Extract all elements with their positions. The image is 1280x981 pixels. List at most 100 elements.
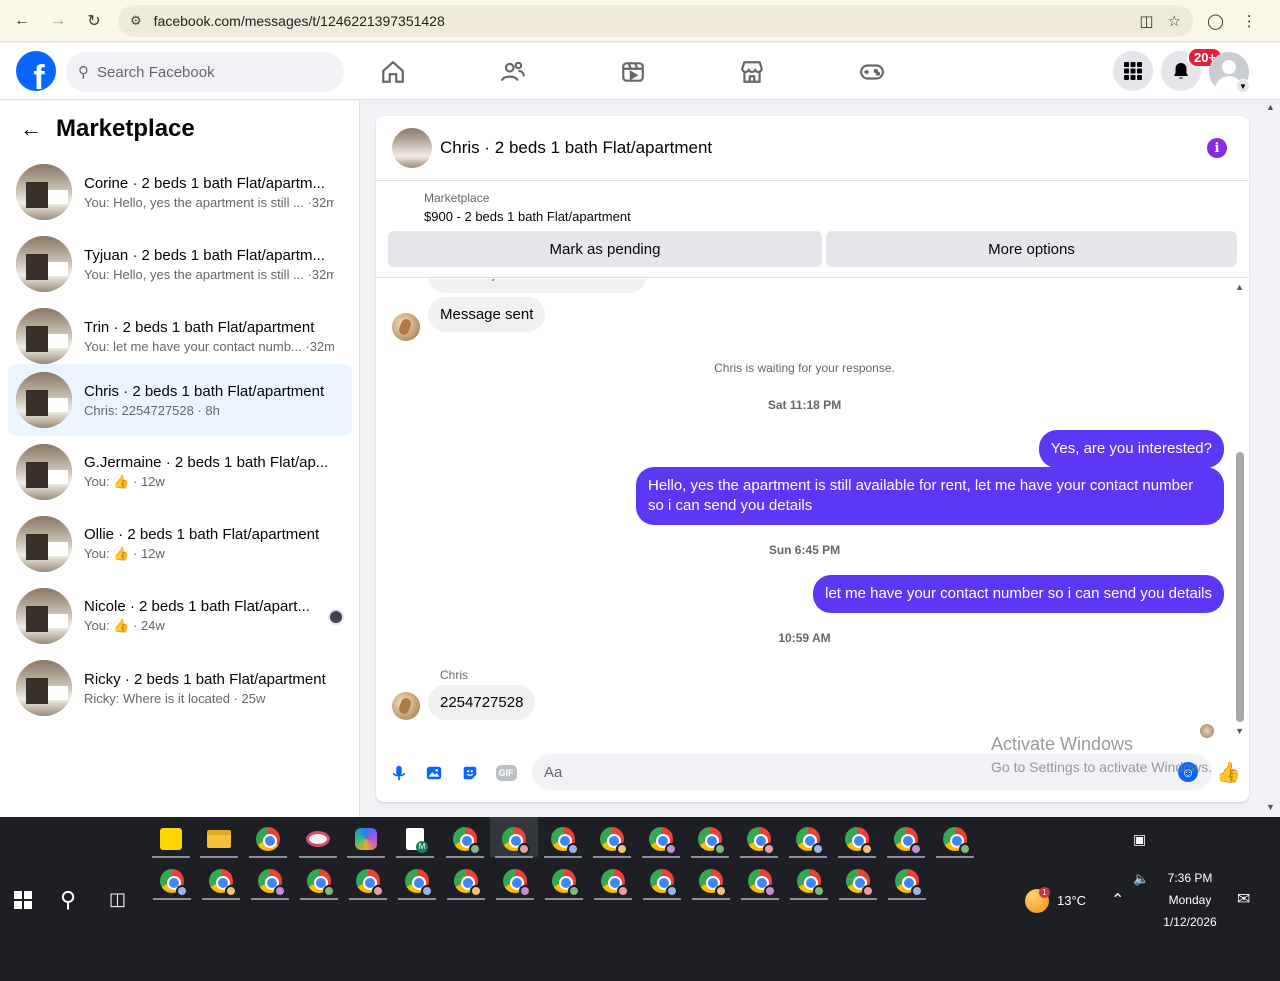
task-view-icon[interactable]: ◫ (109, 889, 126, 910)
chrome-profile-icon[interactable] (698, 868, 727, 897)
chrome-profile-icon[interactable] (844, 826, 873, 855)
taskbar-running-indicator (642, 856, 680, 858)
conversation-item[interactable]: Trin · 2 beds 1 bath Flat/apartment You: … (8, 300, 352, 372)
file-explorer-icon[interactable] (206, 826, 232, 852)
chrome-profile-icon[interactable] (697, 826, 726, 855)
chrome-profile-icon[interactable] (502, 868, 531, 897)
chrome-profile-icon[interactable] (599, 826, 628, 855)
url-text[interactable]: facebook.com/messages/t/1246221397351428 (154, 13, 1126, 29)
conversation-item[interactable]: Ricky · 2 beds 1 bath Flat/apartment Rick… (8, 652, 352, 724)
thumbs-up-send-icon[interactable]: 👍 (1216, 760, 1241, 785)
chrome-profile-icon[interactable] (501, 826, 530, 855)
search-icon[interactable]: ⚲ (60, 887, 84, 913)
menu-grid-icon[interactable] (1113, 51, 1153, 91)
scrollbar-thumb[interactable] (1236, 452, 1244, 722)
more-options-button[interactable]: More options (826, 231, 1237, 267)
install-app-icon[interactable]: ◫ (1139, 12, 1153, 30)
microphone-icon[interactable] (388, 762, 410, 784)
gif-icon[interactable]: GIF (495, 762, 517, 784)
back-arrow-icon[interactable]: ← (20, 116, 42, 142)
mark-pending-button[interactable]: Mark as pending (388, 231, 822, 267)
sender-avatar[interactable] (392, 692, 420, 720)
chrome-profile-icon[interactable] (893, 826, 922, 855)
page-scroll-up-icon[interactable]: ▲ (1266, 102, 1275, 112)
document-viewer-icon[interactable]: M (402, 826, 428, 853)
search-box[interactable]: ⚲ (66, 52, 344, 92)
photo-icon[interactable] (423, 762, 445, 784)
clock-time[interactable]: 7:36 PM (1160, 871, 1220, 885)
sender-avatar[interactable] (392, 313, 420, 341)
forward-arrow-icon[interactable]: → (46, 9, 70, 33)
taskbar-running-indicator (887, 856, 925, 858)
facebook-top-nav: f ⚲ (0, 43, 1280, 100)
site-settings-icon[interactable]: ⚙ (130, 13, 142, 29)
network-icon[interactable]: ▣ (1133, 831, 1146, 848)
taskbar-running-indicator (396, 856, 434, 858)
listing-thumbnail (16, 164, 72, 220)
chrome-profile-icon[interactable] (355, 868, 384, 897)
marketplace-icon[interactable] (735, 55, 769, 89)
taskbar-running-indicator (741, 898, 779, 900)
chrome-profile-icon[interactable] (453, 868, 482, 897)
search-input[interactable] (97, 63, 317, 81)
conversation-item[interactable]: Tyjuan · 2 beds 1 bath Flat/apartm... You… (8, 228, 352, 300)
chrome-profile-icon[interactable] (600, 868, 629, 897)
chrome-profile-icon[interactable] (747, 868, 776, 897)
gaming-icon[interactable] (855, 55, 889, 89)
conversation-item[interactable]: Ollie · 2 beds 1 bath Flat/apartment You:… (8, 508, 352, 580)
chrome-profile-icon[interactable] (551, 868, 580, 897)
chrome-profile-icon[interactable] (159, 868, 188, 897)
sticky-notes-icon[interactable] (158, 826, 184, 852)
back-arrow-icon[interactable]: ← (10, 9, 34, 33)
conversation-item-active[interactable]: Chris · 2 beds 1 bath Flat/apartment Chri… (8, 364, 352, 436)
chrome-profile-icon[interactable] (404, 868, 433, 897)
chrome-profile-icon[interactable] (845, 868, 874, 897)
scroll-up-icon[interactable]: ▲ (1235, 282, 1244, 292)
info-icon[interactable]: i (1207, 138, 1227, 158)
conversation-name: Nicole · 2 beds 1 bath Flat/apart... (84, 598, 310, 615)
chrome-profile-icon[interactable] (942, 826, 971, 855)
chevron-down-icon[interactable]: ▼ (1236, 79, 1250, 93)
chrome-profile-icon[interactable] (452, 826, 481, 855)
taskbar-running-indicator (299, 856, 337, 858)
bookmark-star-icon[interactable]: ☆ (1168, 12, 1181, 30)
chrome-icon[interactable] (255, 826, 281, 852)
clock-day[interactable]: Monday (1160, 893, 1220, 907)
conversation-item[interactable]: Nicole · 2 beds 1 bath Flat/apart... You:… (8, 580, 352, 652)
home-icon[interactable] (376, 55, 410, 89)
chrome-profile-icon[interactable] (795, 826, 824, 855)
conversation-item[interactable]: Corine · 2 beds 1 bath Flat/apartm... You… (8, 156, 352, 228)
sticker-icon[interactable] (459, 762, 481, 784)
listing-title[interactable]: $900 - 2 beds 1 bath Flat/apartment (424, 209, 631, 224)
chrome-profile-icon[interactable] (746, 826, 775, 855)
taskbar-running-indicator (349, 898, 387, 900)
video-icon[interactable] (616, 55, 650, 89)
notification-center-icon[interactable]: ✉ (1237, 889, 1250, 909)
copilot-icon[interactable] (353, 826, 379, 852)
address-bar[interactable]: ⚙ facebook.com/messages/t/12462213973514… (118, 4, 1193, 37)
reload-icon[interactable]: ↻ (82, 9, 106, 33)
scroll-down-icon[interactable]: ▼ (1235, 726, 1244, 736)
chat-title[interactable]: Chris · 2 beds 1 bath Flat/apartment (440, 138, 712, 158)
windows-start-icon[interactable] (14, 891, 32, 909)
chrome-profile-icon[interactable] (796, 868, 825, 897)
browser-menu-icon[interactable]: ⋮ (1242, 12, 1257, 30)
volume-icon[interactable]: 🔈 (1133, 871, 1149, 887)
paint-icon[interactable] (305, 826, 331, 852)
facebook-logo-icon[interactable]: f (16, 51, 56, 91)
conversation-item[interactable]: G.Jermaine · 2 beds 1 bath Flat/ap... You… (8, 436, 352, 508)
chrome-profile-icon[interactable] (257, 868, 286, 897)
chrome-profile-icon[interactable] (550, 826, 579, 855)
clock-date[interactable]: 1/12/2026 (1155, 915, 1225, 929)
profile-icon[interactable]: ◯ (1207, 12, 1224, 30)
chevron-up-icon[interactable]: ⌃ (1111, 890, 1124, 910)
page-scroll-down-icon[interactable]: ▼ (1266, 802, 1275, 812)
chrome-profile-icon[interactable] (894, 868, 923, 897)
chrome-profile-icon[interactable] (208, 868, 237, 897)
chrome-profile-icon[interactable] (648, 826, 677, 855)
chrome-profile-icon[interactable] (649, 868, 678, 897)
chat-listing-thumbnail[interactable] (392, 128, 432, 168)
friends-icon[interactable] (496, 55, 530, 89)
chrome-profile-icon[interactable] (306, 868, 335, 897)
temperature[interactable]: 13°C (1057, 893, 1086, 908)
